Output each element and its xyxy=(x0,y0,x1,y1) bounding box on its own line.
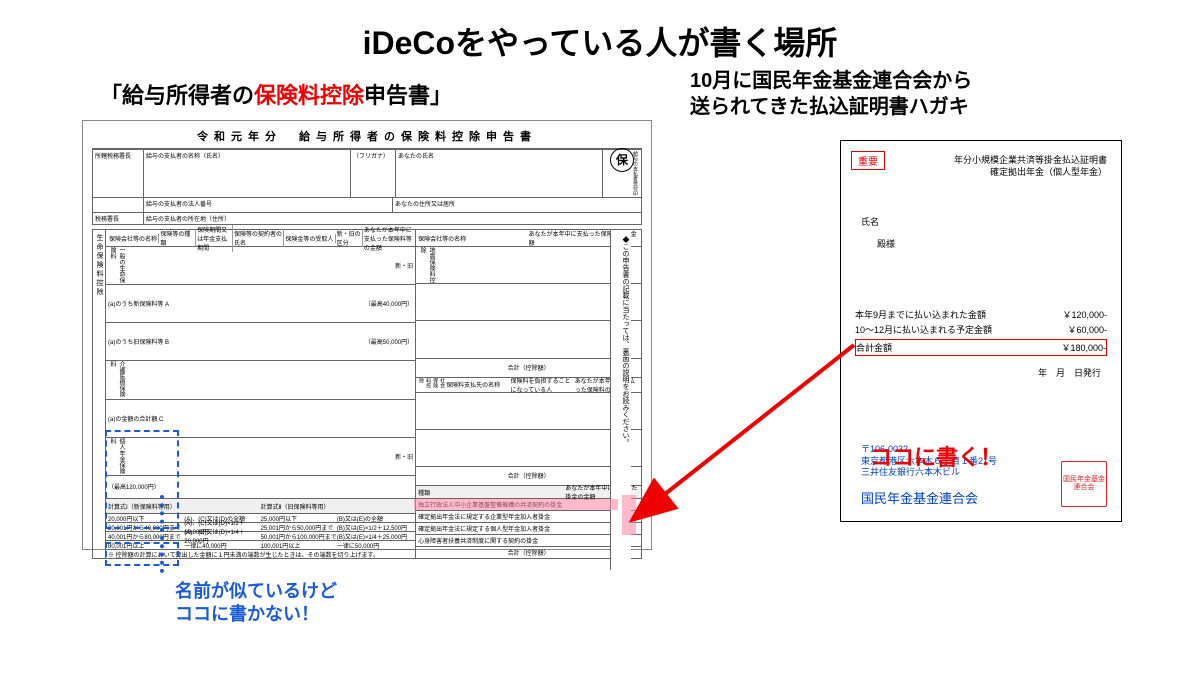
blue-dotted-line xyxy=(160,495,164,573)
cert-stamp: 国民年金基金連合会 xyxy=(1061,461,1107,507)
hdr-a6: （フリガナ） xyxy=(351,150,396,197)
hdr-a4: 給与の支払者の所在地（住所） xyxy=(144,213,641,224)
subtitle-right-l1: 10月に国民年金基金連合会から xyxy=(690,68,972,94)
subtitle-right-l2: 送られてきた払込証明書ハガキ xyxy=(690,94,972,120)
cert-dear: 殿様 xyxy=(877,237,895,250)
kyosai-r2: 確定拠出年金法に規定する企業型年金加入者掛金 xyxy=(416,511,641,523)
life-cols: 保険会社等の名称 保険等の種類 保険期間又は年金支払期間 保険等の契約者の氏名 … xyxy=(106,230,415,247)
cert-amounts: 本年9月までに払い込まれた金額￥120,000- 10～12月に払い込まれる予定… xyxy=(855,307,1107,356)
kyosai-r3-target: 確定拠出年金法に規定する個人型年金加入者掛金 xyxy=(416,523,641,535)
seal-circle: 保 xyxy=(610,148,634,172)
hdr-a2: 給与の支払者の名称（氏名） xyxy=(144,150,351,197)
hdr-a1: 所轄税務署長 xyxy=(93,150,144,197)
cert-org: 国民年金基金連合会 xyxy=(861,488,978,507)
vert-life: 生命保険料控除 xyxy=(93,230,106,558)
hdr-a7: あなたの氏名 xyxy=(396,150,603,197)
callout-red: ココに書く！ xyxy=(870,440,1002,472)
subtitle-left-post: 申告書」 xyxy=(364,83,452,108)
cert-title: 年分小規模企業共済等掛金払込証明書 確定拠出年金（個人型年金） xyxy=(954,155,1107,178)
blue-highlight-2 xyxy=(107,544,177,564)
form-title: 令和元年分 給与所得者の保険料控除申告書 xyxy=(82,120,652,148)
subtitle-right: 10月に国民年金基金連合会から 送られてきた払込証明書ハガキ xyxy=(690,68,972,120)
form-header: 所轄税務署長 給与の支払者の名称（氏名） （フリガナ） あなたの氏名 給与の支払… xyxy=(92,148,642,225)
cert-date: 年 月 日発行 xyxy=(1038,366,1101,379)
cert-name-label: 氏名 xyxy=(861,215,879,228)
cert-total-box: 合計金額￥180,000- xyxy=(855,339,1107,356)
kyosai-r4: 心身障害者扶養共済制度に関する契約の掛金 xyxy=(416,535,641,547)
pink-highlight-row xyxy=(414,499,618,510)
callout-blue: 名前が似ているけど ココに書かない！ xyxy=(175,580,337,627)
hdr-a5: 税務署長 xyxy=(93,213,144,224)
page-title: iDeCoをやっている人が書く場所 xyxy=(0,18,1200,64)
tax-form: 令和元年分 給与所得者の保険料控除申告書 保 所轄税務署長 給与の支払者の名称（… xyxy=(82,120,652,550)
importance-tag: 重要 xyxy=(851,151,885,170)
hdr-a8: あなたの住所又は居所 xyxy=(393,198,641,212)
jishin-row: 地震保険料控除 xyxy=(416,247,641,284)
blue-highlight xyxy=(107,432,177,527)
subtitle-left-red: 保険料控除 xyxy=(254,83,364,108)
subtitle-left-pre: 「給与所得者の xyxy=(100,83,254,108)
subtitle-left: 「給与所得者の保険料控除申告書」 xyxy=(100,78,452,110)
pink-highlight-amount xyxy=(622,495,636,535)
hdr-a3: 給与の支払者の法人番号 xyxy=(144,198,393,212)
